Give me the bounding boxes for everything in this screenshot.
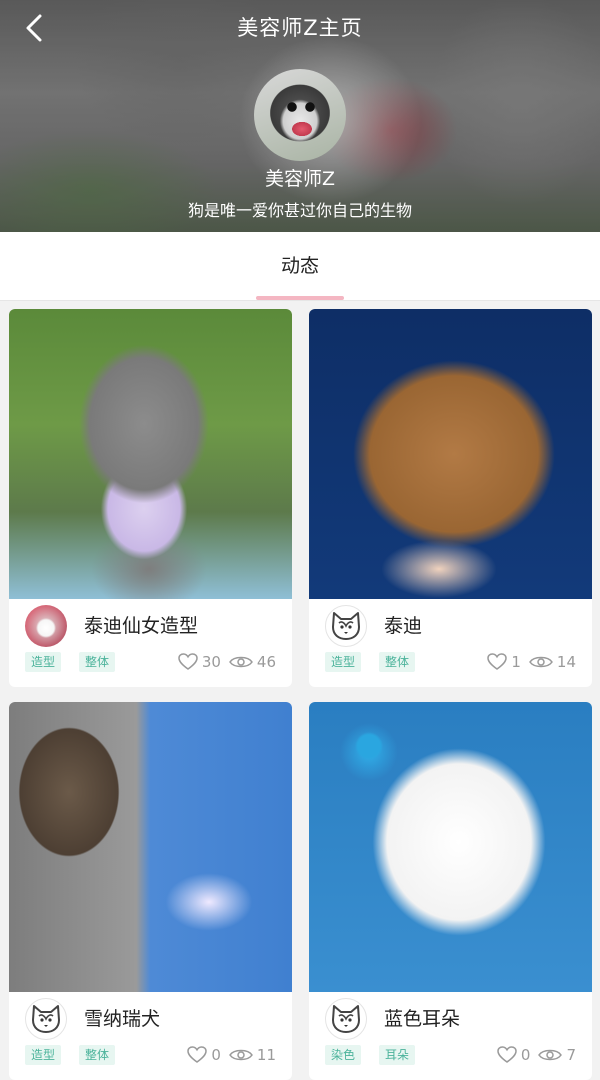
eye-icon bbox=[229, 1049, 253, 1061]
post-title: 蓝色耳朵 bbox=[384, 1008, 461, 1030]
view-count: 14 bbox=[556, 653, 576, 671]
post-tag: 造型 bbox=[25, 1045, 62, 1065]
post-stats: 0 7 bbox=[497, 1044, 576, 1066]
like-count: 0 bbox=[520, 1046, 531, 1064]
post-card[interactable]: 雪纳瑞犬 造型 整体 0 11 bbox=[9, 702, 292, 1080]
post-tag: 整体 bbox=[79, 652, 116, 672]
like-count: 0 bbox=[211, 1046, 221, 1064]
view-count: 7 bbox=[566, 1046, 576, 1064]
post-tag: 造型 bbox=[325, 652, 362, 672]
page-title: 美容师Z主页 bbox=[237, 16, 363, 40]
profile-header: 美容师Z主页 美容师Z 狗是唯一爱你甚过你自己的生物 bbox=[0, 0, 600, 232]
tab-active-indicator bbox=[256, 296, 344, 300]
tab-bar: 动态 bbox=[0, 232, 600, 301]
profile-avatar[interactable] bbox=[254, 69, 346, 161]
eye-icon bbox=[538, 1049, 563, 1061]
husky-avatar-icon bbox=[325, 605, 367, 647]
poodle-avatar-icon bbox=[25, 605, 67, 647]
like-count: 1 bbox=[511, 653, 521, 671]
view-count: 46 bbox=[256, 653, 276, 671]
heart-icon[interactable] bbox=[487, 653, 508, 671]
post-tag: 整体 bbox=[79, 1045, 116, 1065]
post-tag: 造型 bbox=[25, 652, 62, 672]
post-card[interactable]: 泰迪仙女造型 造型 整体 30 46 bbox=[9, 309, 292, 687]
post-title: 雪纳瑞犬 bbox=[84, 1008, 161, 1030]
heart-icon[interactable] bbox=[178, 653, 198, 671]
post-image[interactable] bbox=[309, 702, 592, 992]
post-stats: 1 14 bbox=[487, 651, 576, 673]
eye-icon bbox=[529, 656, 553, 668]
post-image[interactable] bbox=[9, 309, 292, 599]
tab-moments[interactable]: 动态 bbox=[256, 232, 344, 301]
profile-bio: 狗是唯一爱你甚过你自己的生物 bbox=[187, 201, 412, 220]
post-stats: 30 46 bbox=[178, 651, 276, 673]
view-count: 11 bbox=[256, 1046, 276, 1064]
post-tag: 染色 bbox=[325, 1045, 362, 1065]
husky-avatar-icon bbox=[325, 998, 367, 1040]
heart-icon[interactable] bbox=[187, 1046, 208, 1064]
post-tag: 整体 bbox=[379, 652, 416, 672]
post-tag: 耳朵 bbox=[379, 1045, 416, 1065]
heart-icon[interactable] bbox=[497, 1046, 517, 1064]
post-image[interactable] bbox=[309, 309, 592, 599]
husky-avatar-icon bbox=[25, 998, 67, 1040]
profile-name: 美容师Z bbox=[264, 168, 336, 190]
post-image[interactable] bbox=[9, 702, 292, 992]
eye-icon bbox=[229, 656, 253, 668]
post-stats: 0 11 bbox=[187, 1044, 276, 1066]
post-card[interactable]: 泰迪 造型 整体 1 14 bbox=[309, 309, 592, 687]
post-card[interactable]: 蓝色耳朵 染色 耳朵 0 7 bbox=[309, 702, 592, 1080]
like-count: 30 bbox=[201, 653, 221, 671]
post-title: 泰迪仙女造型 bbox=[84, 615, 199, 637]
post-title: 泰迪 bbox=[384, 615, 423, 637]
